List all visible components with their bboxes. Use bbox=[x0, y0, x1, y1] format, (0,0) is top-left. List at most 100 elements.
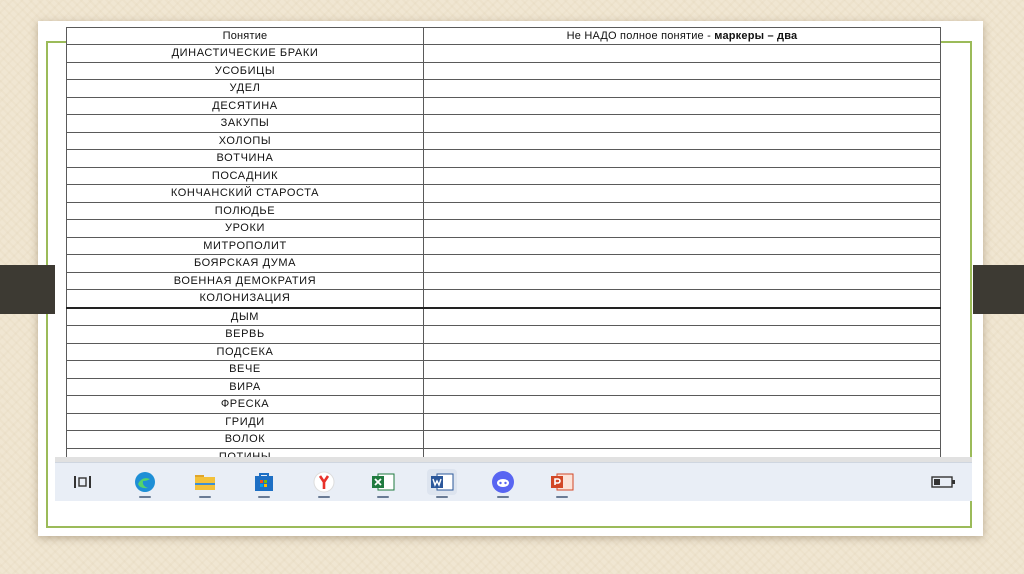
concept-cell[interactable]: ВОЛОК bbox=[66, 430, 424, 449]
markers-cell[interactable] bbox=[423, 44, 941, 63]
markers-cell[interactable] bbox=[423, 61, 941, 80]
concept-cell[interactable]: ХОЛОПЫ bbox=[66, 131, 424, 150]
table-row: ВОЕННАЯ ДЕМОКРАТИЯ bbox=[66, 271, 941, 290]
frame-corner-left bbox=[46, 41, 68, 43]
discord-icon bbox=[492, 471, 514, 493]
table-row: УРОКИ bbox=[66, 219, 941, 238]
table-row: ПОСАДНИК bbox=[66, 166, 941, 185]
markers-cell[interactable] bbox=[423, 254, 941, 273]
table-row: ГРИДИ bbox=[66, 412, 941, 431]
word-icon bbox=[431, 473, 454, 491]
markers-cell[interactable] bbox=[423, 289, 941, 308]
file-explorer-button[interactable] bbox=[190, 469, 220, 498]
concept-cell[interactable]: КОЛОНИЗАЦИЯ bbox=[66, 289, 424, 308]
word-button[interactable] bbox=[427, 469, 457, 498]
frame-corner-right bbox=[940, 41, 972, 43]
concept-cell[interactable]: УРОКИ bbox=[66, 219, 424, 238]
concept-cell[interactable]: ЗАКУПЫ bbox=[66, 114, 424, 133]
markers-cell[interactable] bbox=[423, 184, 941, 203]
markers-cell[interactable] bbox=[423, 271, 941, 290]
yandex-browser-button[interactable] bbox=[309, 469, 339, 498]
concept-cell[interactable]: ФРЕСКА bbox=[66, 395, 424, 414]
concept-cell[interactable]: ВЕЧЕ bbox=[66, 360, 424, 379]
concept-cell[interactable]: ПОТИНЫ bbox=[66, 447, 424, 457]
table-row: ПОДСЕКА bbox=[66, 342, 941, 361]
markers-cell[interactable] bbox=[423, 325, 941, 344]
table-row: ДЕСЯТИНА bbox=[66, 96, 941, 115]
markers-cell[interactable] bbox=[423, 447, 941, 457]
powerpoint-icon bbox=[551, 473, 574, 491]
concept-cell[interactable]: ПОСАДНИК bbox=[66, 166, 424, 185]
document-table-area: Понятие Не НАДО полное понятие - маркеры… bbox=[66, 27, 941, 457]
table-row: КОНЧАНСКИЙ СТАРОСТА bbox=[66, 184, 941, 203]
table-row: ФРЕСКА bbox=[66, 395, 941, 414]
battery-button[interactable] bbox=[927, 469, 961, 495]
table-row: ЗАКУПЫ bbox=[66, 114, 941, 133]
markers-cell[interactable] bbox=[423, 131, 941, 150]
markers-cell[interactable] bbox=[423, 149, 941, 168]
store-button[interactable] bbox=[249, 469, 279, 498]
table-row: МИТРОПОЛИТ bbox=[66, 236, 941, 255]
table-row: ВОЛОК bbox=[66, 430, 941, 449]
concept-cell[interactable]: УСОБИЦЫ bbox=[66, 61, 424, 80]
header-markers-bold: маркеры – два bbox=[714, 30, 798, 42]
concept-cell[interactable]: ВИРА bbox=[66, 377, 424, 396]
markers-cell[interactable] bbox=[423, 360, 941, 379]
edge-icon bbox=[135, 472, 155, 492]
concept-cell[interactable]: ВОТЧИНА bbox=[66, 149, 424, 168]
header-markers: Не НАДО полное понятие - маркеры – два bbox=[423, 27, 941, 45]
markers-cell[interactable] bbox=[423, 166, 941, 185]
table-row: ПОЛЮДЬЕ bbox=[66, 201, 941, 220]
store-icon bbox=[255, 473, 273, 491]
table-row: УСОБИЦЫ bbox=[66, 61, 941, 80]
table-row: ПОТИНЫ bbox=[66, 447, 941, 457]
file-explorer-icon bbox=[195, 475, 215, 490]
powerpoint-button[interactable] bbox=[547, 469, 577, 498]
concept-cell[interactable]: ГРИДИ bbox=[66, 412, 424, 431]
concept-cell[interactable]: ДЕСЯТИНА bbox=[66, 96, 424, 115]
concept-cell[interactable]: ПОДСЕКА bbox=[66, 342, 424, 361]
markers-cell[interactable] bbox=[423, 306, 941, 326]
excel-icon bbox=[372, 473, 395, 491]
table-row: ХОЛОПЫ bbox=[66, 131, 941, 150]
header-concept: Понятие bbox=[66, 27, 424, 45]
markers-cell[interactable] bbox=[423, 219, 941, 238]
table-row: ВОТЧИНА bbox=[66, 149, 941, 168]
concept-cell[interactable]: ВЕРВЬ bbox=[66, 325, 424, 344]
concept-cell[interactable]: ВОЕННАЯ ДЕМОКРАТИЯ bbox=[66, 271, 424, 290]
concept-cell[interactable]: МИТРОПОЛИТ bbox=[66, 236, 424, 255]
concept-cell[interactable]: КОНЧАНСКИЙ СТАРОСТА bbox=[66, 184, 424, 203]
table-row: УДЕЛ bbox=[66, 79, 941, 98]
table-row: КОЛОНИЗАЦИЯ bbox=[66, 289, 941, 308]
discord-button[interactable] bbox=[488, 469, 518, 498]
table-row: БОЯРСКАЯ ДУМА bbox=[66, 254, 941, 273]
markers-cell[interactable] bbox=[423, 377, 941, 396]
battery-icon bbox=[931, 476, 955, 488]
concept-cell[interactable]: ДЫМ bbox=[66, 306, 424, 326]
concept-cell[interactable]: ДИНАСТИЧЕСКИЕ БРАКИ bbox=[66, 44, 424, 63]
concepts-table: Понятие Не НАДО полное понятие - маркеры… bbox=[66, 27, 941, 457]
taskbar bbox=[55, 462, 972, 501]
table-header-row: Понятие Не НАДО полное понятие - маркеры… bbox=[66, 27, 941, 45]
markers-cell[interactable] bbox=[423, 236, 941, 255]
concept-cell[interactable]: УДЕЛ bbox=[66, 79, 424, 98]
right-decor-tab bbox=[973, 265, 1024, 314]
markers-cell[interactable] bbox=[423, 412, 941, 431]
markers-cell[interactable] bbox=[423, 79, 941, 98]
table-row: ВЕЧЕ bbox=[66, 360, 941, 379]
markers-cell[interactable] bbox=[423, 201, 941, 220]
header-markers-text: Не НАДО полное понятие - bbox=[566, 30, 715, 42]
markers-cell[interactable] bbox=[423, 96, 941, 115]
excel-button[interactable] bbox=[368, 469, 398, 498]
markers-cell[interactable] bbox=[423, 395, 941, 414]
edge-button[interactable] bbox=[130, 469, 160, 498]
markers-cell[interactable] bbox=[423, 430, 941, 449]
concept-cell[interactable]: ПОЛЮДЬЕ bbox=[66, 201, 424, 220]
task-view-button[interactable] bbox=[68, 469, 98, 495]
table-row: ДЫМ bbox=[66, 306, 941, 326]
markers-cell[interactable] bbox=[423, 342, 941, 361]
table-row: ВЕРВЬ bbox=[66, 325, 941, 344]
concept-cell[interactable]: БОЯРСКАЯ ДУМА bbox=[66, 254, 424, 273]
markers-cell[interactable] bbox=[423, 114, 941, 133]
left-decor-tab bbox=[0, 265, 55, 314]
